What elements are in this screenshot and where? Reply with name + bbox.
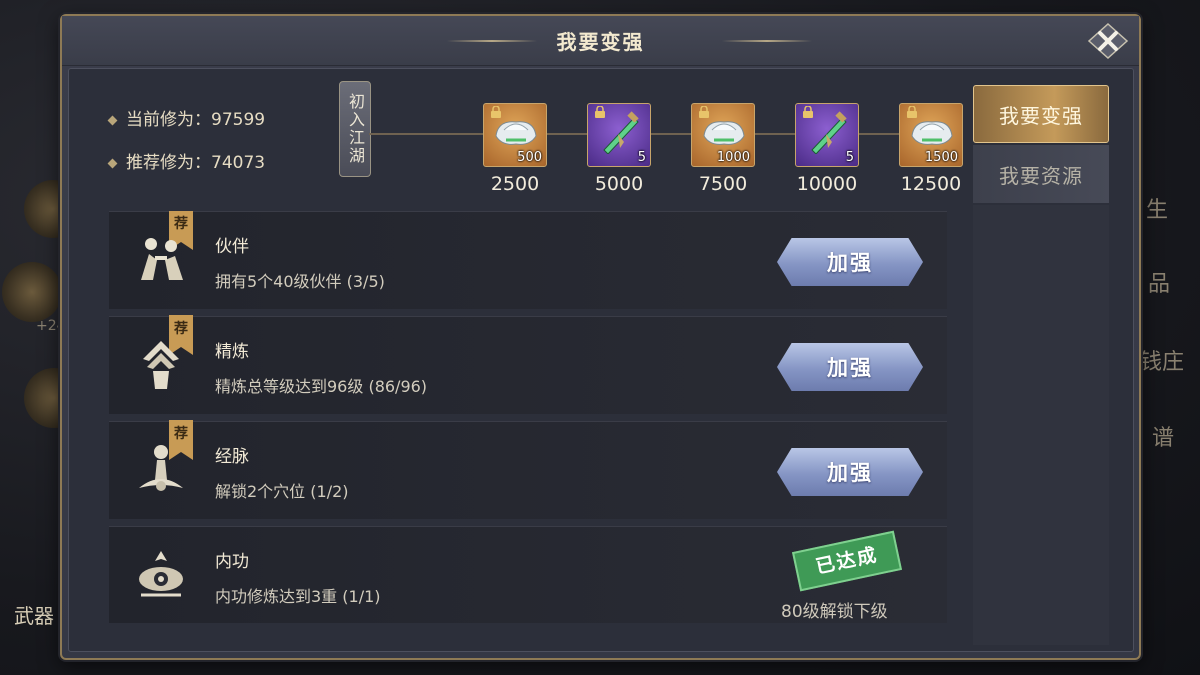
bg-side-label: 品 [1148,272,1171,297]
recommended-cultivation-text: 推荐修为：74073 [126,153,266,173]
bg-side-label: 钱庄 [1140,350,1185,375]
reward-slot[interactable]: 1000 [691,103,755,167]
boost-button-meridian[interactable]: 加强 [777,448,923,496]
bg-side-label: 生 [1146,198,1169,223]
reward-count: 5 [637,150,646,165]
close-icon [1087,22,1129,60]
task-desc: 解锁2个穴位 (1/2) [215,482,349,501]
task-list[interactable]: 荐 伙伴 拥有5个40级伙伴 (3/5) 加强 荐 精炼 精炼总等级达到96级 … [101,211,947,623]
task-desc: 拥有5个40级伙伴 (3/5) [215,272,385,291]
recommended-cultivation: 推荐修为：74073 [107,148,266,173]
bg-weapon-label: 武器 [14,604,54,628]
panel-title: 我要变强 [556,30,645,54]
tab-rail [973,205,1109,645]
reward-count: 1500 [924,150,958,165]
task-name: 精炼 [215,342,249,362]
close-button[interactable] [1087,22,1129,60]
reward-threshold: 5000 [594,173,644,195]
strengthen-panel: 我要变强 当前修为：97599 推荐修为：74073 初入江湖 500 2500 5… [60,14,1141,660]
reward-track[interactable]: 500250055000100075005100001500125001 [369,69,963,209]
inner-power-icon [139,551,183,597]
bg-skill-disc [2,262,62,322]
refine-icon [143,341,179,389]
reward-count: 1000 [716,150,750,165]
lock-icon [491,106,501,118]
lock-icon [595,106,605,118]
title-ornament-right [722,40,812,42]
reward-slot[interactable]: 500 [483,103,547,167]
bg-side-label: 谱 [1152,426,1175,451]
partner-icon [141,238,183,280]
reward-slot[interactable]: 1500 [899,103,963,167]
reward-slot[interactable]: 5 [795,103,859,167]
panel-content: 当前修为：97599 推荐修为：74073 初入江湖 500 2500 5 5000 1… [68,68,1134,652]
diamond-bullet-icon [107,158,118,168]
task-desc: 精炼总等级达到96级 (86/96) [215,377,428,396]
reward-count: 5 [845,150,854,165]
boost-button-partner[interactable]: 加强 [777,238,923,286]
meridian-icon [139,445,183,491]
reward-slot[interactable]: 5 [587,103,651,167]
reward-threshold: 10000 [796,173,858,195]
lock-icon [907,106,917,118]
task-name: 经脉 [215,447,249,467]
side-tabs: 我要变强 我要资源 [973,85,1113,205]
current-cultivation: 当前修为：97599 [107,105,266,130]
reward-threshold: 7500 [698,173,748,195]
tab-strengthen[interactable]: 我要变强 [973,85,1109,143]
current-cultivation-text: 当前修为：97599 [126,110,266,130]
task-name: 内功 [215,552,249,572]
task-row-inner-power: 内功 内功修炼达到3重 (1/1) 已达成 80级解锁下级 [109,526,947,623]
boost-button-refine[interactable]: 加强 [777,343,923,391]
reward-count: 500 [517,150,542,165]
tab-resources[interactable]: 我要资源 [973,145,1109,203]
panel-titlebar: 我要变强 [62,16,1139,66]
reward-threshold: 2500 [490,173,540,195]
diamond-bullet-icon [107,115,118,125]
task-name: 伙伴 [215,237,249,257]
reward-track-line [369,133,963,135]
lock-icon [699,106,709,118]
lock-icon [803,106,813,118]
reward-threshold: 12500 [900,173,962,195]
task-row-meridian: 荐 经脉 解锁2个穴位 (1/2) 加强 [109,420,947,519]
task-row-refine: 荐 精炼 精炼总等级达到96级 (86/96) 加强 [109,315,947,414]
unlock-next-level-text: 80级解锁下级 [781,602,888,622]
task-row-partner: 荐 伙伴 拥有5个40级伙伴 (3/5) 加强 [109,211,947,309]
stage-tag: 初入江湖 [339,81,371,177]
task-desc: 内功修炼达到3重 (1/1) [215,587,381,606]
completed-stamp: 已达成 [791,530,903,592]
